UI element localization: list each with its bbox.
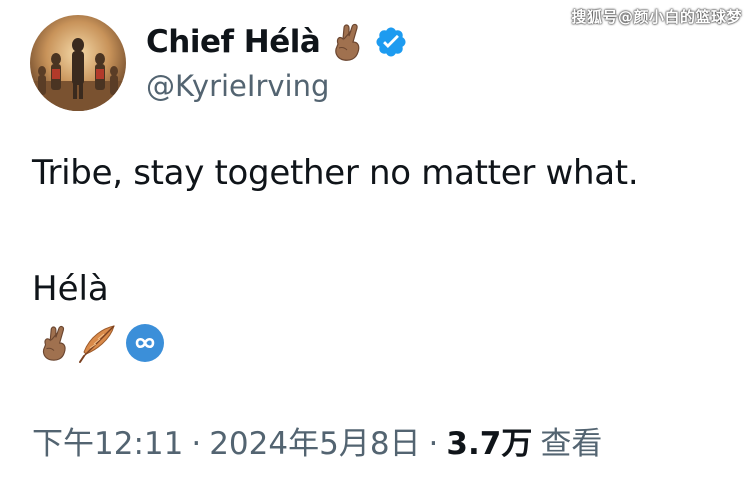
profile-avatar[interactable] xyxy=(30,15,126,111)
feather-icon xyxy=(76,322,118,364)
tweet-meta: 下午12:11 · 2024年5月8日 · 3.7万 查看 xyxy=(32,418,602,463)
tweet-text: Tribe, stay together no matter what. xyxy=(32,153,639,193)
views-label[interactable]: 查看 xyxy=(540,418,602,463)
user-handle[interactable]: @KyrieIrving xyxy=(146,69,408,103)
tweet-time[interactable]: 下午12:11 xyxy=(32,418,183,463)
tweet-signature: Hélà xyxy=(32,269,109,309)
meta-separator: · xyxy=(428,426,439,462)
views-count: 3.7万 xyxy=(446,426,533,462)
infinity-icon xyxy=(124,322,166,364)
tweet-header: Chief Hélà @KyrieIrving xyxy=(30,15,408,111)
verified-badge-icon[interactable] xyxy=(374,25,408,59)
watermark: 搜狐号@颜小白的篮球梦 xyxy=(571,8,742,26)
display-name[interactable]: Chief Hélà xyxy=(146,24,321,60)
crossed-fingers-icon xyxy=(38,324,70,362)
meta-separator: · xyxy=(191,426,202,462)
crossed-fingers-icon xyxy=(330,22,364,62)
tweet-emoji-row xyxy=(38,322,172,364)
tweet-date[interactable]: 2024年5月8日 xyxy=(209,418,420,463)
